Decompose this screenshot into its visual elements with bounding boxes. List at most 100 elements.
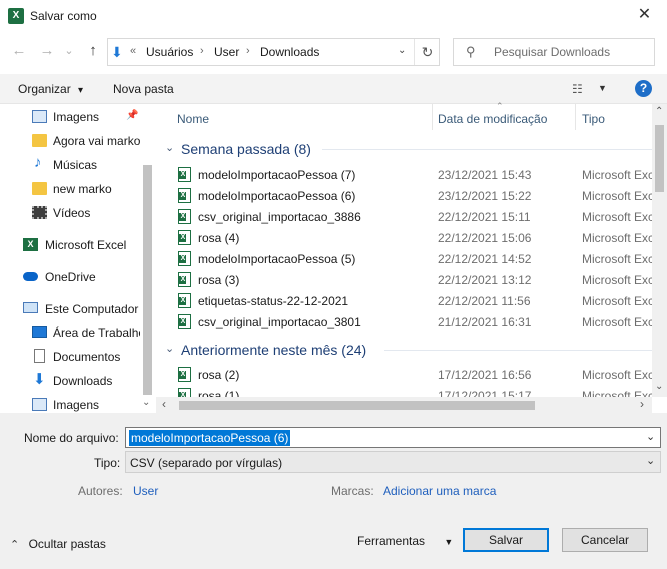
scroll-left-icon[interactable]: ‹ [162, 397, 166, 411]
file-name[interactable]: rosa (1) [198, 389, 239, 397]
file-type: Microsoft Excel [582, 252, 652, 266]
chevron-down-icon[interactable]: ⌄ [165, 342, 174, 355]
pin-icon[interactable]: 📌 [126, 110, 138, 121]
file-date: 22/12/2021 14:52 [438, 252, 532, 266]
file-name[interactable]: modeloImportacaoPessoa (7) [198, 168, 355, 182]
breadcrumb-downloads[interactable]: Downloads [260, 45, 319, 59]
csv-file-icon: X [178, 293, 191, 308]
filetype-label: Tipo: [94, 456, 121, 470]
sidebar-item-area-de-trabalho[interactable]: Área de Trabalho [0, 322, 140, 344]
excel-icon: X [8, 8, 24, 24]
sidebar-item-label: Microsoft Excel [45, 238, 127, 252]
view-dropdown-icon[interactable]: ▼ [598, 83, 607, 93]
scroll-up-icon[interactable]: ⌃ [655, 106, 663, 117]
address-overflow-icon[interactable]: « [130, 45, 136, 57]
csv-file-icon: X [178, 230, 191, 245]
file-name[interactable]: rosa (3) [198, 273, 239, 287]
file-type: Microsoft Excel [582, 210, 652, 224]
sidebar-item-label: Downloads [53, 374, 113, 388]
sidebar-item-este-computador[interactable]: Este Computador [0, 298, 140, 320]
hide-folders-button[interactable]: ⌃ Ocultar pastas [10, 537, 106, 551]
filename-value: modeloImportacaoPessoa (6) [129, 430, 291, 446]
file-date: 23/12/2021 15:43 [438, 168, 532, 182]
filetype-select[interactable]: CSV (separado por vírgulas) ⌄ [125, 451, 661, 473]
view-options-icon[interactable]: ☷ [572, 82, 583, 96]
chevron-down-icon[interactable]: ⌄ [165, 141, 174, 154]
close-button[interactable]: ✕ [622, 0, 667, 32]
chevron-right-icon[interactable]: › [200, 45, 204, 57]
vertical-scrollbar-thumb[interactable] [655, 125, 664, 192]
filename-input[interactable]: modeloImportacaoPessoa (6) ⌄ [125, 427, 661, 448]
file-type: Microsoft Excel [582, 231, 652, 245]
file-date: 22/12/2021 11:56 [438, 294, 531, 308]
chevron-down-icon[interactable]: ⌄ [646, 430, 655, 443]
sidebar-scrollbar-thumb[interactable] [143, 165, 152, 395]
cancel-button[interactable]: Cancelar [562, 528, 648, 552]
add-tag-link[interactable]: Adicionar uma marca [383, 484, 496, 498]
file-name[interactable]: modeloImportacaoPessoa (6) [198, 189, 355, 203]
organize-button[interactable]: Organizar ▾ [18, 82, 83, 96]
filename-label: Nome do arquivo: [24, 431, 119, 445]
up-button[interactable]: ↑ [82, 40, 104, 62]
new-folder-button[interactable]: Nova pasta [113, 82, 174, 96]
column-header-date[interactable]: Data de modificação [438, 112, 547, 126]
file-name[interactable]: modeloImportacaoPessoa (5) [198, 252, 355, 266]
sidebar-item-imagens-2[interactable]: Imagens [0, 394, 140, 413]
search-icon: ⚲ [466, 44, 476, 59]
refresh-button[interactable]: ↻ [414, 39, 440, 65]
scroll-right-icon[interactable]: › [640, 397, 644, 411]
search-input[interactable]: ⚲ Pesquisar Downloads [453, 38, 655, 66]
file-type: Microsoft Excel [582, 189, 652, 203]
sidebar-item-downloads[interactable]: ⬇ Downloads [0, 370, 140, 392]
csv-file-icon: X [178, 209, 191, 224]
scroll-down-icon[interactable]: ⌄ [655, 381, 663, 392]
sidebar-item-musicas[interactable]: ♪ Músicas [0, 154, 140, 176]
recent-locations-button[interactable]: ⌄ [58, 40, 80, 62]
csv-file-icon: X [178, 167, 191, 182]
file-name[interactable]: csv_original_importacao_3886 [198, 210, 361, 224]
chevron-down-icon[interactable]: ⌄ [398, 45, 406, 56]
sidebar-item-agora-vai-marko[interactable]: Agora vai marko [0, 130, 140, 152]
help-icon[interactable]: ? [635, 80, 652, 97]
sidebar-item-new-marko[interactable]: new marko [0, 178, 140, 200]
file-date: 17/12/2021 15:17 [438, 389, 532, 397]
column-divider[interactable] [432, 104, 433, 130]
file-name[interactable]: etiquetas-status-22-12-2021 [198, 294, 348, 308]
sidebar-item-onedrive[interactable]: OneDrive [0, 266, 140, 288]
save-button[interactable]: Salvar [463, 528, 549, 552]
excel-icon: X [23, 238, 38, 251]
address-bar[interactable]: ⬇ « Usuários › User › Downloads ⌄ ↻ [107, 38, 440, 66]
forward-button[interactable]: → [36, 40, 58, 62]
chevron-down-icon: ⌄ [646, 455, 656, 467]
column-header-type[interactable]: Tipo [582, 112, 605, 126]
file-name[interactable]: csv_original_importacao_3801 [198, 315, 361, 329]
sort-indicator-icon: ⌃ [496, 101, 504, 111]
authors-value[interactable]: User [133, 484, 158, 498]
file-name[interactable]: rosa (4) [198, 231, 239, 245]
back-button[interactable]: ← [8, 40, 30, 62]
sidebar-item-label: Imagens [53, 110, 100, 124]
column-divider[interactable] [575, 104, 576, 130]
breadcrumb-usuarios[interactable]: Usuários [146, 45, 193, 59]
file-date: 17/12/2021 16:56 [438, 368, 532, 382]
sidebar-item-microsoft-excel[interactable]: X Microsoft Excel [0, 234, 140, 256]
horizontal-scrollbar-thumb[interactable] [179, 401, 535, 410]
chevron-up-icon: ⌃ [10, 539, 20, 551]
csv-file-icon: X [178, 272, 191, 287]
tools-button[interactable]: Ferramentas ▼ [357, 534, 453, 548]
sidebar-item-videos[interactable]: Vídeos [0, 202, 140, 224]
caret-down-icon: ▼ [444, 537, 454, 547]
file-type: Microsoft Excel [582, 168, 652, 182]
tools-label: Ferramentas [357, 534, 426, 548]
sidebar-item-documentos[interactable]: Documentos [0, 346, 140, 368]
column-header-name[interactable]: Nome [177, 112, 209, 126]
pictures-icon [32, 110, 47, 123]
chevron-right-icon[interactable]: › [246, 45, 250, 57]
csv-file-icon: X [178, 314, 191, 329]
sidebar-scroll-down-icon[interactable]: ⌄ [142, 397, 150, 408]
sidebar-item-imagens[interactable]: Imagens [0, 106, 140, 128]
group-header-semana-passada[interactable]: Semana passada (8) [181, 141, 311, 157]
file-name[interactable]: rosa (2) [198, 368, 239, 382]
breadcrumb-user[interactable]: User [214, 45, 239, 59]
group-header-anteriormente-neste-mes[interactable]: Anteriormente neste mês (24) [181, 342, 366, 358]
